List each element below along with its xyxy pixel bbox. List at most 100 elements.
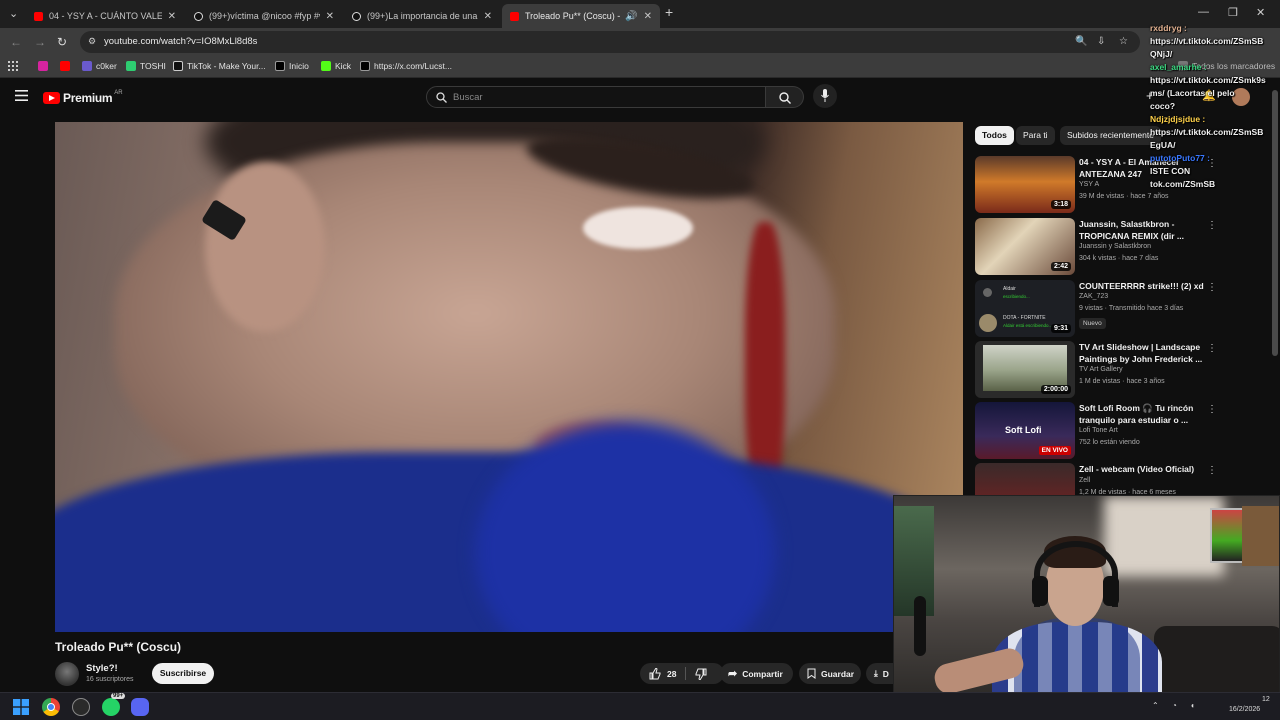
zoom-icon[interactable]: 🔍	[1075, 36, 1087, 47]
chip-para-ti[interactable]: Para ti	[1016, 126, 1055, 145]
recommendation-item[interactable]: 2:00:00 TV Art Slideshow | Landscape Pai…	[975, 341, 1225, 399]
like-button[interactable]	[649, 667, 661, 680]
close-icon[interactable]: ✕	[326, 11, 334, 22]
video-thumbnail[interactable]: Aldair escribiendo... DOTA - FORTNITE Al…	[975, 280, 1075, 337]
close-icon[interactable]: ✕	[644, 11, 652, 22]
dislike-button[interactable]	[695, 668, 707, 680]
clock-date[interactable]: 16/2/2026	[1229, 706, 1260, 713]
new-tab-button[interactable]: +	[665, 4, 673, 20]
whatsapp-icon[interactable]: 99+	[102, 693, 126, 716]
bookmark-x-lucst[interactable]: https://x.com/Lucst...	[360, 61, 452, 71]
youtube-premium-logo[interactable]: Premium AR	[43, 90, 123, 105]
close-icon[interactable]: ✕	[484, 11, 492, 22]
more-options-icon[interactable]: ⋮	[1207, 220, 1217, 231]
minimize-icon[interactable]: —	[1198, 6, 1209, 18]
tab-search-icon[interactable]: ⌄	[9, 7, 18, 20]
chrome-icon[interactable]	[42, 698, 60, 716]
recommendation-channel[interactable]: Juanssin y Salastkbron	[1079, 243, 1151, 250]
recommendation-channel[interactable]: ZAK_723	[1079, 293, 1108, 300]
tiktok-icon	[352, 11, 361, 21]
recommendation-title[interactable]: TV Art Slideshow | Landscape Paintings b…	[1079, 342, 1207, 365]
bookmark-label: Inicio	[289, 61, 309, 71]
chip-todos[interactable]: Todos	[975, 126, 1014, 145]
close-icon[interactable]: ✕	[168, 11, 176, 22]
recommendation-item[interactable]: Zell - webcam (Video Oficial) Zell 1,2 M…	[975, 463, 1225, 497]
share-button[interactable]: ➦ Compartir	[720, 663, 793, 684]
more-options-icon[interactable]: ⋮	[1207, 465, 1217, 476]
video-frame-eye	[583, 207, 693, 249]
close-window-icon[interactable]: ✕	[1256, 6, 1265, 19]
site-info-icon[interactable]: ⚙	[88, 36, 96, 47]
chat-message: coco?	[1150, 101, 1176, 111]
reload-icon[interactable]: ↻	[57, 35, 67, 49]
browser-tab-2[interactable]: (99+)víctima @nicoo #fyp #vir ✕	[186, 4, 342, 28]
browser-tab-1[interactable]: 04 - YSY A - CUÁNTO VALE HA ✕	[26, 4, 184, 28]
bookmark-instagram[interactable]	[38, 61, 52, 71]
volume-icon[interactable]: ◖	[1190, 701, 1195, 710]
forward-icon[interactable]: →	[34, 35, 46, 49]
channel-name[interactable]: Style?!	[86, 663, 118, 674]
back-icon[interactable]: ←	[10, 35, 22, 49]
windows-start-icon[interactable]	[13, 699, 29, 715]
speaker-icon[interactable]: 🔊	[625, 11, 637, 22]
search-input[interactable]	[453, 90, 753, 105]
channel-avatar[interactable]	[55, 662, 79, 686]
wifi-icon[interactable]: ◔	[1172, 701, 1177, 710]
cam-headset-cup	[1103, 576, 1119, 606]
recommendation-item[interactable]: 2:42 Juanssin, Salastkbron - TROPICANA R…	[975, 218, 1225, 276]
maximize-icon[interactable]: ❐	[1228, 6, 1238, 19]
search-box[interactable]	[426, 86, 766, 108]
recommendation-title[interactable]: COUNTEERRRR strike!!! (2) xd	[1079, 281, 1207, 293]
video-thumbnail[interactable]: 2:00:00	[975, 341, 1075, 398]
tab-title: 04 - YSY A - CUÁNTO VALE HA	[49, 11, 162, 21]
tray-chevron-icon[interactable]: ⌃	[1152, 701, 1159, 710]
recommendation-channel[interactable]: Zell	[1079, 477, 1090, 484]
recommendation-item[interactable]: Aldair escribiendo... DOTA - FORTNITE Al…	[975, 280, 1225, 338]
cam-poster	[1210, 508, 1244, 563]
video-thumbnail[interactable]: Soft Lofi EN VIVO	[975, 402, 1075, 459]
bookmarks-bar: c0ker TOSHI TikTok - Make Your... Inicio…	[0, 56, 1280, 78]
save-button[interactable]: Guardar	[799, 663, 861, 684]
browser-tab-3[interactable]: (99+)La importancia de una fot ✕	[344, 4, 500, 28]
video-thumbnail[interactable]	[975, 463, 1075, 497]
discord-icon[interactable]	[131, 698, 149, 716]
recommendation-title[interactable]: Soft Lofi Room 🎧 Tu rincón tranquilo par…	[1079, 403, 1207, 426]
recommendation-title[interactable]: Zell - webcam (Video Oficial)	[1079, 464, 1207, 476]
voice-search-button[interactable]	[813, 84, 837, 108]
recommendation-channel[interactable]: YSY A	[1079, 181, 1099, 188]
apps-icon[interactable]	[8, 61, 18, 71]
new-badge: Nuevo	[1079, 318, 1106, 329]
address-bar[interactable]: ⚙ youtube.com/watch?v=IO8MxLl8d8s	[80, 31, 1140, 53]
youtube-icon	[510, 11, 519, 21]
recommendation-channel[interactable]: Lofi Tone Art	[1079, 427, 1118, 434]
video-frame-ear	[205, 162, 325, 332]
recommendation-channel[interactable]: TV Art Gallery	[1079, 366, 1123, 373]
subscribe-button[interactable]: Suscribirse	[152, 663, 214, 684]
more-options-icon[interactable]: ⋮	[1207, 404, 1217, 415]
recommendation-title[interactable]: Juanssin, Salastkbron - TROPICANA REMIX …	[1079, 219, 1207, 242]
browser-tab-4[interactable]: Troleado Pu** (Coscu) - You 🔊 ✕	[502, 4, 660, 28]
install-icon[interactable]: ⇩	[1097, 36, 1105, 47]
bookmark-toshi[interactable]: TOSHI	[126, 61, 166, 71]
star-icon[interactable]: ☆	[1119, 36, 1128, 47]
tab-title: (99+)La importancia de una fot	[367, 11, 478, 21]
bookmark-kick[interactable]: Kick	[321, 61, 351, 71]
more-options-icon[interactable]: ⋮	[1207, 282, 1217, 293]
search-button[interactable]	[766, 86, 804, 108]
more-options-icon[interactable]: ⋮	[1207, 343, 1217, 354]
bookmark-tiktok[interactable]: TikTok - Make Your...	[173, 61, 266, 71]
chip-subidos-recientemente[interactable]: Subidos recientemente	[1060, 126, 1161, 145]
menu-icon[interactable]	[15, 90, 28, 101]
save-label: Guardar	[821, 668, 855, 679]
clock-time[interactable]: 12	[1262, 696, 1270, 703]
video-thumbnail[interactable]: 3:18	[975, 156, 1075, 213]
video-player[interactable]	[55, 122, 963, 632]
recommendation-meta: 752 lo están viendo	[1079, 439, 1140, 446]
obs-icon[interactable]	[72, 698, 90, 716]
bookmark-inicio[interactable]: Inicio	[275, 61, 309, 71]
recommendation-item[interactable]: Soft Lofi EN VIVO Soft Lofi Room 🎧 Tu ri…	[975, 402, 1225, 460]
video-thumbnail[interactable]: 2:42	[975, 218, 1075, 275]
bookmark-youtube[interactable]	[60, 61, 74, 71]
bookmark-c0ker[interactable]: c0ker	[82, 61, 117, 71]
cam-headset-cup	[1032, 576, 1048, 606]
